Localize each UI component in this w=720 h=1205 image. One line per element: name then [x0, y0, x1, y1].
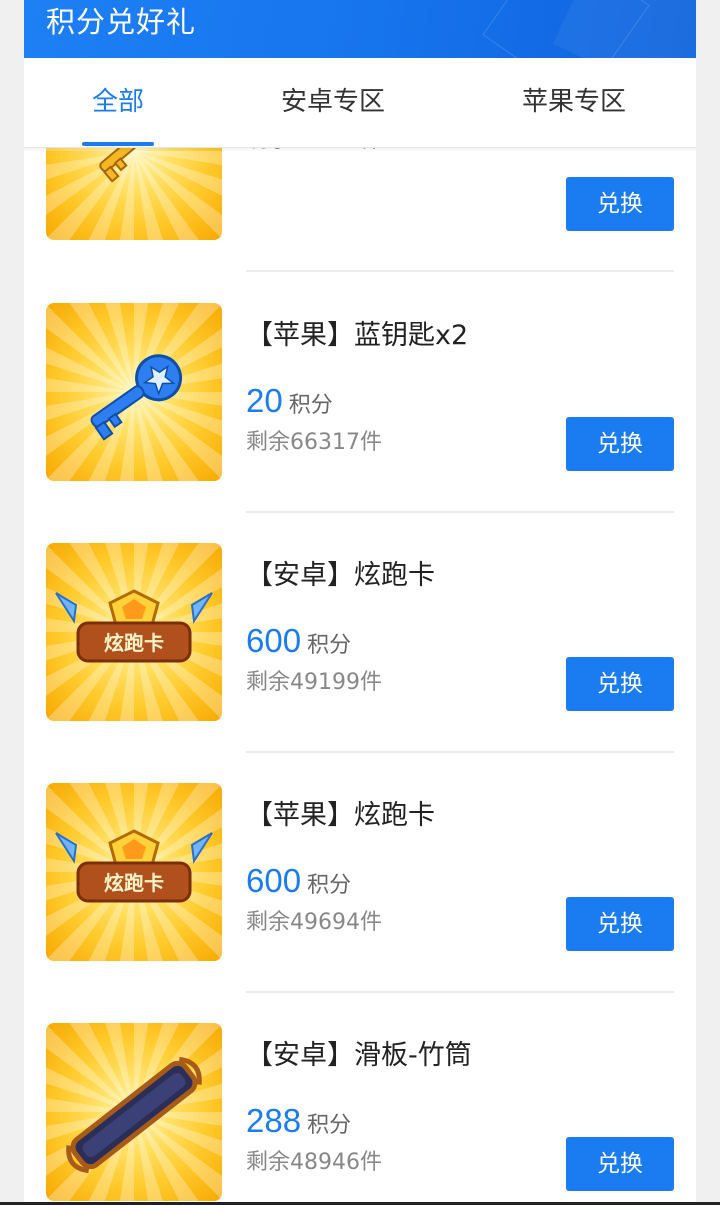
- product-name: 【安卓】滑板-竹筒: [246, 1040, 472, 1071]
- price-unit: 积分: [307, 1113, 352, 1138]
- product-thumbnail[interactable]: [46, 303, 222, 481]
- price-row: 20 积分: [246, 382, 333, 424]
- tab-all[interactable]: 全部: [82, 82, 154, 122]
- price-row: 288 积分: [246, 1102, 351, 1144]
- price-unit: 积分: [288, 393, 333, 418]
- run-card-icon: 炫跑卡: [55, 589, 213, 663]
- divider: [246, 751, 674, 753]
- price-unit: 积分: [307, 873, 352, 898]
- page-header: 积分兑好礼: [24, 0, 696, 58]
- redeem-button[interactable]: 兑换: [566, 417, 674, 471]
- price-value: 288: [246, 1102, 302, 1139]
- stock-count: 剩余48946件: [246, 1150, 382, 1175]
- product-thumbnail[interactable]: 炫跑卡: [46, 543, 222, 721]
- price-value: 600: [246, 862, 302, 899]
- left-margin: [0, 0, 24, 1205]
- product-thumbnail[interactable]: 炫跑卡: [46, 783, 222, 961]
- active-tab-indicator: [82, 142, 154, 146]
- stock-count: 剩余49199件: [246, 670, 382, 695]
- tab-bar: 全部 安卓专区 苹果专区: [24, 58, 696, 148]
- divider: [246, 511, 674, 513]
- app-container: 60积分 剩余40766件 兑换 【苹果】蓝钥匙x2: [24, 0, 696, 1205]
- product-name: 【安卓】炫跑卡: [246, 560, 435, 591]
- list-item[interactable]: 【安卓】滑板-竹筒 288 积分 剩余48946件 兑换: [24, 1023, 696, 1205]
- redeem-button[interactable]: 兑换: [566, 657, 674, 711]
- tab-android-zone[interactable]: 安卓专区: [270, 82, 396, 122]
- price-unit: 积分: [307, 633, 352, 658]
- badge-text: 炫跑卡: [104, 631, 164, 655]
- run-card-icon: 炫跑卡: [55, 829, 213, 903]
- redeem-button[interactable]: 兑换: [566, 177, 674, 231]
- list-item[interactable]: 炫跑卡 【苹果】炫跑卡 600 积分 剩余49694件 兑换: [24, 783, 696, 1023]
- price-row: 600 积分: [246, 622, 351, 664]
- right-margin: [696, 0, 720, 1205]
- stock-count: 剩余66317件: [246, 430, 382, 455]
- product-name: 【苹果】蓝钥匙x2: [246, 320, 469, 351]
- blue-key-icon: [90, 354, 183, 441]
- redeem-button[interactable]: 兑换: [566, 1137, 674, 1191]
- price-value: 20: [246, 382, 283, 419]
- list-item[interactable]: 【苹果】蓝钥匙x2 20 积分 剩余66317件 兑换: [24, 303, 696, 543]
- product-thumbnail[interactable]: [46, 1023, 222, 1201]
- divider: [246, 991, 674, 993]
- skateboard-icon: [66, 1056, 202, 1174]
- list-item[interactable]: 炫跑卡 【安卓】炫跑卡 600 积分 剩余49199件 兑换: [24, 543, 696, 783]
- page-title: 积分兑好礼: [46, 5, 197, 39]
- price-value: 600: [246, 622, 302, 659]
- divider: [246, 270, 674, 272]
- redeem-button[interactable]: 兑换: [566, 897, 674, 951]
- price-row: 600 积分: [246, 862, 351, 904]
- product-name: 【苹果】炫跑卡: [246, 800, 435, 831]
- stock-count: 剩余49694件: [246, 910, 382, 935]
- tab-apple-zone[interactable]: 苹果专区: [511, 82, 637, 122]
- product-list[interactable]: 60积分 剩余40766件 兑换 【苹果】蓝钥匙x2: [24, 0, 696, 1205]
- badge-text: 炫跑卡: [104, 871, 164, 895]
